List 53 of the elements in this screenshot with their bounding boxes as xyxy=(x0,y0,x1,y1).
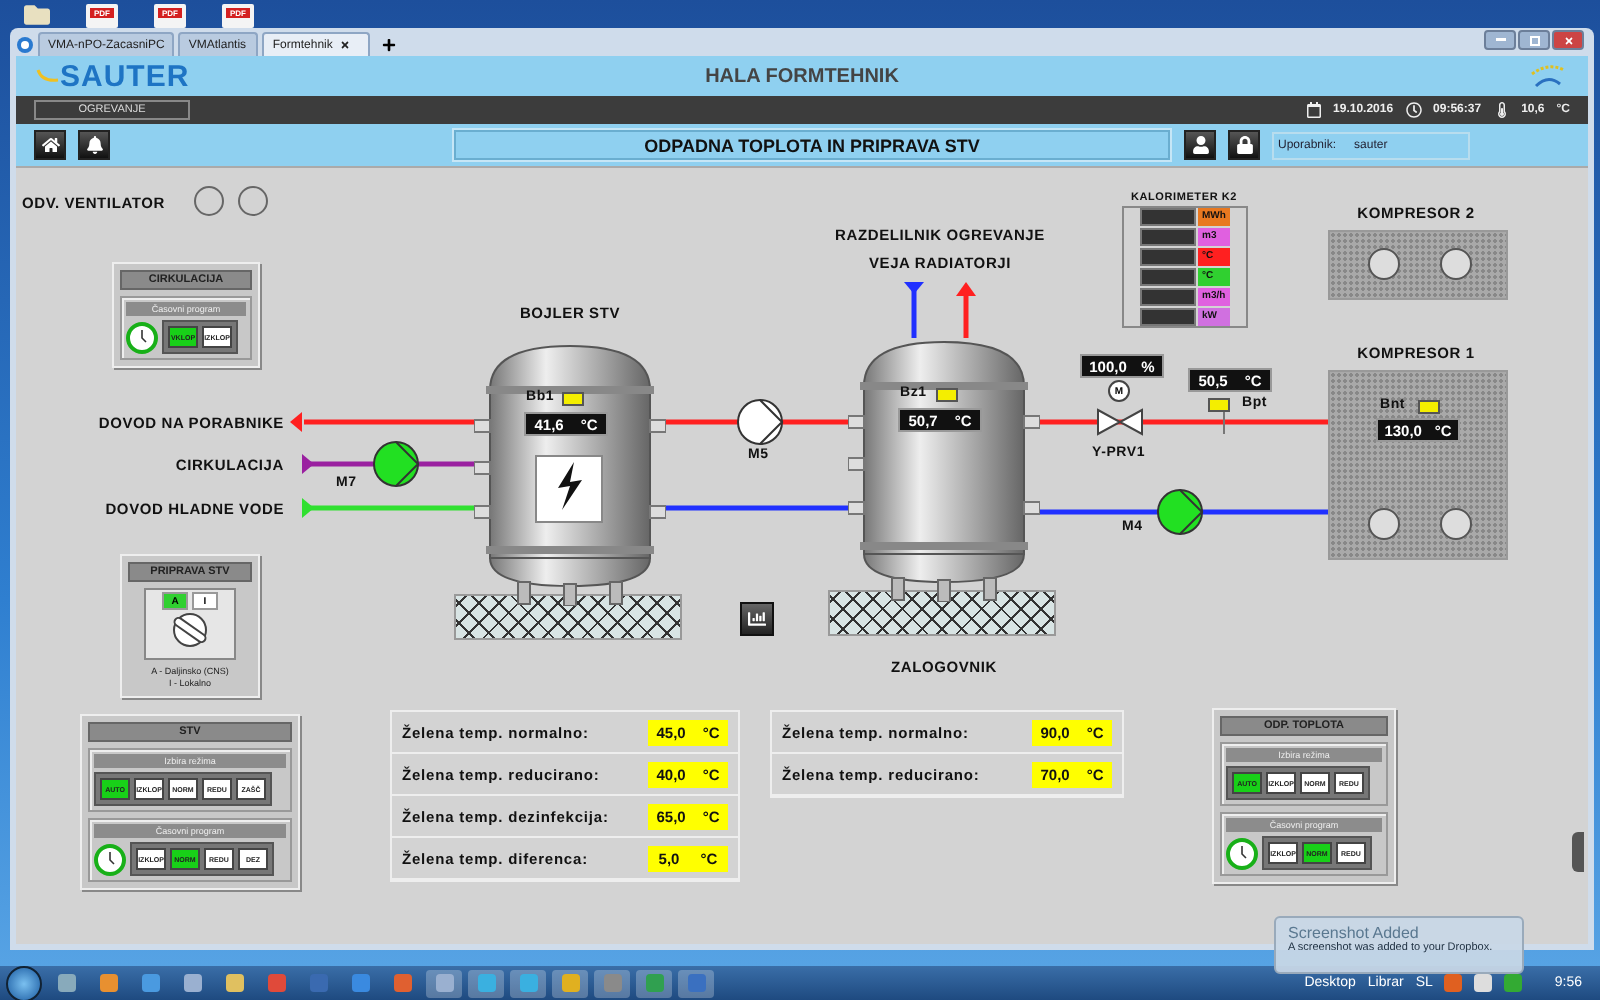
new-tab-icon[interactable] xyxy=(382,38,397,52)
meter-display xyxy=(1140,248,1196,266)
taskbar-icon[interactable] xyxy=(426,969,462,997)
clock-icon xyxy=(94,843,126,875)
trend-button[interactable] xyxy=(740,602,774,636)
bar-chart-icon xyxy=(748,610,766,628)
thermometer-icon xyxy=(1493,102,1510,118)
maximize-icon xyxy=(1529,35,1539,45)
status-badge-icon xyxy=(562,392,584,406)
close-button[interactable] xyxy=(1552,30,1584,50)
sensor-stem xyxy=(1223,411,1225,435)
bell-icon xyxy=(85,136,103,154)
minimize-button[interactable] xyxy=(1484,30,1516,50)
close-icon[interactable] xyxy=(340,40,351,50)
minimize-icon xyxy=(1495,38,1505,42)
close-icon xyxy=(1563,35,1573,45)
logo-icon xyxy=(1528,62,1568,90)
pipe xyxy=(956,282,976,338)
user-icon xyxy=(1191,136,1209,154)
taskbar-icon[interactable] xyxy=(468,969,504,997)
calendar-icon xyxy=(1305,102,1322,118)
taskbar-icon[interactable] xyxy=(552,969,588,997)
notification-title: Screenshot Added xyxy=(1288,924,1421,942)
pipe xyxy=(904,282,924,338)
valve-icon xyxy=(1096,408,1144,436)
meter-display xyxy=(1140,268,1196,286)
browser-icon xyxy=(16,36,34,54)
meter-display xyxy=(1140,308,1196,326)
start-button[interactable] xyxy=(6,965,42,1000)
home-icon xyxy=(41,136,59,154)
brand-logo: SAUTER xyxy=(60,59,190,93)
status-badge-icon xyxy=(1208,398,1230,412)
page-title: ODPADNA TOPLOTA IN PRIPRAVA STV xyxy=(452,128,1172,162)
app-title: HALA FORMTEHNIK xyxy=(705,65,899,87)
status-badge-icon xyxy=(936,388,958,402)
side-tab[interactable] xyxy=(1572,832,1584,872)
home-button[interactable] xyxy=(34,130,66,160)
lock-icon xyxy=(1235,136,1253,154)
folder-icon xyxy=(24,2,50,28)
lock-button[interactable] xyxy=(1228,130,1260,160)
maximize-button[interactable] xyxy=(1518,30,1550,50)
knob-icon xyxy=(168,610,212,650)
meter-display xyxy=(1140,208,1196,226)
logo-icon xyxy=(36,68,60,84)
clock-icon xyxy=(1405,102,1422,118)
alarm-button[interactable] xyxy=(78,130,110,160)
taskbar-icon[interactable] xyxy=(510,969,546,997)
meter-display xyxy=(1140,228,1196,246)
clock-icon xyxy=(126,321,158,353)
user-button[interactable] xyxy=(1184,130,1216,160)
clock-icon xyxy=(1226,837,1258,869)
meter-display xyxy=(1140,288,1196,306)
status-badge-icon xyxy=(1418,400,1440,414)
